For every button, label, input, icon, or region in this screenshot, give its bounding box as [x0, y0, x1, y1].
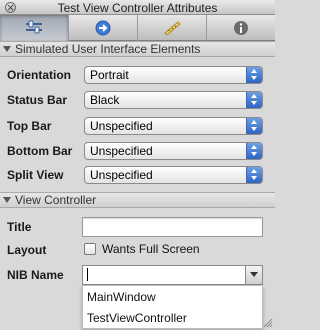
text-caret [87, 268, 88, 281]
dropdown-item[interactable]: MainWindow [83, 287, 262, 307]
top-bar-label: Top Bar [7, 119, 52, 133]
resize-grip-icon[interactable] [263, 318, 273, 328]
tab-identity[interactable] [207, 15, 275, 41]
identity-info-icon [234, 21, 248, 35]
connections-arrow-icon [95, 20, 111, 36]
layout-label: Layout [7, 243, 47, 257]
split-view-label: Split View [7, 168, 64, 182]
title-field[interactable] [82, 217, 263, 237]
section-title: Simulated User Interface Elements [15, 42, 201, 56]
split-view-value: Unspecified [90, 168, 153, 182]
bottom-bar-value: Unspecified [90, 144, 153, 158]
section-title: View Controller [15, 193, 97, 207]
orientation-label: Orientation [7, 68, 72, 82]
section-simulated-header[interactable]: Simulated User Interface Elements [0, 41, 275, 57]
disclosure-triangle-icon[interactable] [3, 197, 11, 203]
popup-arrows-icon [246, 167, 262, 183]
bottom-bar-label: Bottom Bar [7, 144, 73, 158]
top-bar-popup[interactable]: Unspecified [84, 117, 263, 135]
status-bar-value: Black [90, 93, 120, 107]
title-label: Title [7, 220, 32, 234]
window-titlebar: Test View Controller Attributes [0, 0, 275, 15]
tab-attributes[interactable] [0, 15, 69, 41]
dropdown-item[interactable]: TestViewController [83, 308, 262, 328]
popup-arrows-icon [246, 143, 262, 159]
popup-arrows-icon [246, 92, 262, 108]
tab-size[interactable] [138, 15, 207, 41]
section-view-controller-header[interactable]: View Controller [0, 192, 275, 208]
inspector-toolbar [0, 15, 275, 41]
disclosure-triangle-icon[interactable] [3, 46, 11, 52]
wants-full-screen-label[interactable]: Wants Full Screen [102, 242, 200, 256]
popup-arrows-icon [246, 67, 262, 83]
orientation-popup[interactable]: Portrait [84, 66, 263, 84]
tab-connections[interactable] [69, 15, 138, 41]
attributes-slider-icon [26, 20, 42, 34]
nib-name-dropdown: MainWindow TestViewController [82, 285, 263, 329]
wants-full-screen-checkbox[interactable] [84, 243, 96, 255]
nib-name-combobox[interactable] [82, 265, 263, 285]
status-bar-label: Status Bar [7, 93, 68, 107]
window-title: Test View Controller Attributes [57, 1, 218, 15]
chevron-down-icon[interactable] [245, 266, 262, 284]
nib-name-label: NIB Name [7, 268, 64, 282]
size-ruler-icon [164, 21, 181, 36]
split-view-popup[interactable]: Unspecified [84, 166, 263, 184]
top-bar-value: Unspecified [90, 119, 153, 133]
status-bar-popup[interactable]: Black [84, 91, 263, 109]
popup-arrows-icon [246, 118, 262, 134]
bottom-bar-popup[interactable]: Unspecified [84, 142, 263, 160]
orientation-value: Portrait [90, 68, 129, 82]
